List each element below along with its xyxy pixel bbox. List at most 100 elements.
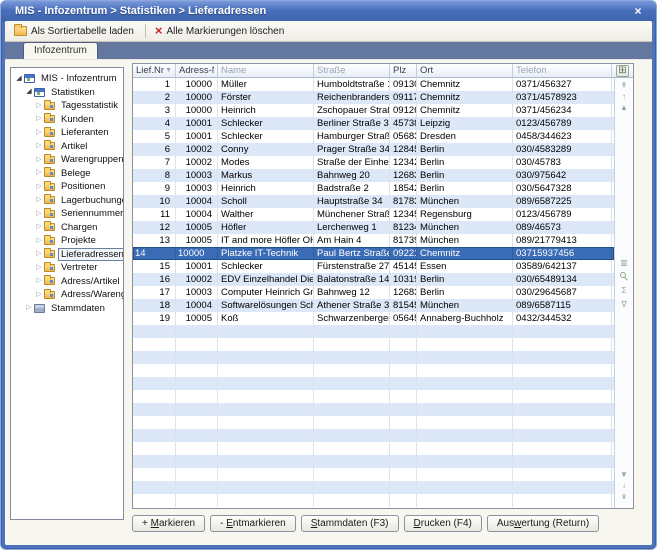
columns-icon[interactable]: ▥ <box>615 258 633 268</box>
table-row[interactable]: 110000MüllerHumboldtstraße 1009130Chemni… <box>133 78 614 91</box>
cell-lief-nr: 15 <box>133 260 176 273</box>
tree-item-mis-infozentrum[interactable]: ◢MIS - Infozentrum <box>11 72 123 86</box>
scroll-next-icon[interactable]: ▼ <box>615 470 633 480</box>
expander-collapsed-icon[interactable]: ▷ <box>35 237 43 245</box>
expander-collapsed-icon[interactable]: ▷ <box>35 156 43 164</box>
expander-collapsed-icon[interactable]: ▷ <box>35 264 43 272</box>
cell-ort: Regensburg <box>417 208 513 221</box>
table-row[interactable]: 210000FörsterReichenbranderstraße 309117… <box>133 91 614 104</box>
table-row-selected[interactable]: 1410000Platzke IT-TechnikPaul Bertz Stra… <box>133 247 614 260</box>
tree-item-tagesstatistik[interactable]: ▷Tagesstatistik <box>11 99 123 113</box>
expander-collapsed-icon[interactable]: ▷ <box>35 277 43 285</box>
tree-item-statistiken[interactable]: ◢Statistiken <box>11 86 123 100</box>
scroll-down-icon[interactable]: ↓ <box>615 481 633 491</box>
table-row[interactable]: 1310005IT and more Höfler OHGAm Hain 481… <box>133 234 614 247</box>
tree-item-projekte[interactable]: ▷Projekte <box>11 234 123 248</box>
cell-straße: Am Hain 4 <box>314 234 390 247</box>
table-row[interactable]: 610002ConnyPrager Straße 3412845Berlin03… <box>133 143 614 156</box>
table-row[interactable]: 1610002EDV Einzelhandel Dietsch GmbBalat… <box>133 273 614 286</box>
tree-item-vertreter[interactable]: ▷Vertreter <box>11 261 123 275</box>
table-row[interactable]: 410001SchleckerBerliner Straße 3445738Le… <box>133 117 614 130</box>
table-row[interactable]: 1510001SchleckerFürstenstraße 2745145Ess… <box>133 260 614 273</box>
cell-name: IT and more Höfler OHG <box>218 234 314 247</box>
column-header-adress-nr[interactable]: Adress-Nr. <box>176 64 218 78</box>
cell-telefon: 089/6587225 <box>513 195 612 208</box>
expander-collapsed-icon[interactable]: ▷ <box>35 210 43 218</box>
expander-collapsed-icon[interactable]: ▷ <box>35 115 43 123</box>
tree-item-chargen[interactable]: ▷Chargen <box>11 221 123 235</box>
table-row[interactable]: 1110004WaltherMünchener Straße 2312345Re… <box>133 208 614 221</box>
toolbar-button-als-sortiertabelle-laden[interactable]: Als Sortiertabelle laden <box>9 23 141 40</box>
tree-item-stammdaten[interactable]: ▷Stammdaten <box>11 302 123 316</box>
expander-collapsed-icon[interactable]: ▷ <box>35 169 43 177</box>
table-row[interactable]: 1210005HöflerLerchenweg 181234München089… <box>133 221 614 234</box>
table-row[interactable]: 810003MarkusBahnweg 2012683Berlin030/975… <box>133 169 614 182</box>
tree-item-lieferadressen[interactable]: ▷Lieferadressen <box>11 248 123 262</box>
cell-lief-nr <box>133 481 176 494</box>
column-header-name[interactable]: Name <box>218 64 314 78</box>
cell-name: Müller <box>218 78 314 91</box>
tree-item-lagerbuchungen[interactable]: ▷Lagerbuchungen <box>11 194 123 208</box>
table-row[interactable]: 510001SchleckerHamburger Straße05683Dres… <box>133 130 614 143</box>
tree-item-artikel[interactable]: ▷Artikel <box>11 140 123 154</box>
filter-icon[interactable]: ∇ <box>615 300 633 310</box>
scroll-prev-icon[interactable]: ▲ <box>615 103 633 113</box>
cell-adress-nr <box>176 429 218 442</box>
column-header-telefon[interactable]: Telefon <box>513 64 612 78</box>
drucken-button[interactable]: Drucken (F4) <box>404 515 482 532</box>
expander-collapsed-icon[interactable]: ▷ <box>35 250 43 258</box>
expander-collapsed-icon[interactable]: ▷ <box>35 291 43 299</box>
scroll-up-icon[interactable]: ↑ <box>615 92 633 102</box>
cell-straße: Bahnweg 12 <box>314 286 390 299</box>
scroll-top-icon[interactable]: ↟ <box>615 81 633 91</box>
tree-item-lieferanten[interactable]: ▷Lieferanten <box>11 126 123 140</box>
table-row[interactable]: 310000HeinrichZschopauer Straße 28009126… <box>133 104 614 117</box>
column-header-straße[interactable]: Straße <box>314 64 390 78</box>
table-row[interactable]: 910003HeinrichBadstraße 218542Berlin030/… <box>133 182 614 195</box>
cell-ort: Berlin <box>417 182 513 195</box>
tree-item-warengruppen[interactable]: ▷Warengruppen <box>11 153 123 167</box>
expander-collapsed-icon[interactable]: ▷ <box>35 142 43 150</box>
column-header-lief-nr[interactable]: Lief.Nr▼ <box>133 64 176 78</box>
cell-adress-nr: 10005 <box>176 312 218 325</box>
tab-infozentrum[interactable]: Infozentrum <box>23 42 98 59</box>
markieren-button[interactable]: + Markieren <box>132 515 205 532</box>
table-row[interactable]: 1710003Computer Heinrich GmbHBahnweg 121… <box>133 286 614 299</box>
column-chooser-icon[interactable]: ⊞ <box>616 65 628 77</box>
stammdaten-button[interactable]: Stammdaten (F3) <box>301 515 399 532</box>
expander-expanded-icon[interactable]: ◢ <box>15 75 23 83</box>
tree-item-belege[interactable]: ▷Belege <box>11 167 123 181</box>
auswertung-button[interactable]: Auswertung (Return) <box>487 515 599 532</box>
column-header-ort[interactable]: Ort <box>417 64 513 78</box>
expander-collapsed-icon[interactable]: ▷ <box>35 102 43 110</box>
table-row[interactable]: 710002ModesStraße der Einheit 3412342Ber… <box>133 156 614 169</box>
tree-item-adress-warengruppen[interactable]: ▷Adress/Warengruppen <box>11 288 123 302</box>
expander-expanded-icon[interactable]: ◢ <box>25 88 33 96</box>
expander-collapsed-icon[interactable]: ▷ <box>35 196 43 204</box>
cell-adress-nr <box>176 494 218 507</box>
cell-name: Heinrich <box>218 182 314 195</box>
cell-straße <box>314 442 390 455</box>
expander-collapsed-icon[interactable]: ▷ <box>35 183 43 191</box>
search-icon[interactable] <box>620 272 626 278</box>
scroll-bottom-icon[interactable]: ↡ <box>615 492 633 502</box>
expander-collapsed-icon[interactable]: ▷ <box>25 304 33 312</box>
table-row[interactable]: 1810004Softwarelösungen Scholl GmbAthene… <box>133 299 614 312</box>
table-row[interactable]: 1910005KoßSchwarzenberger Straße05645Ann… <box>133 312 614 325</box>
cell-adress-nr: 10002 <box>176 273 218 286</box>
toolbar-button-alle-markierungen-löschen[interactable]: ×Alle Markierungen löschen <box>150 23 291 40</box>
cell-ort: Chemnitz <box>417 247 513 260</box>
close-button[interactable]: × <box>630 4 646 18</box>
expander-collapsed-icon[interactable]: ▷ <box>35 223 43 231</box>
tree-item-positionen[interactable]: ▷Positionen <box>11 180 123 194</box>
table-row[interactable]: 1010004SchollHauptstraße 3481783München0… <box>133 195 614 208</box>
tree-item-adress-artikel[interactable]: ▷Adress/Artikel <box>11 275 123 289</box>
entmarkieren-button[interactable]: - Entmarkieren <box>210 515 296 532</box>
tree-item-seriennummern[interactable]: ▷Seriennummern <box>11 207 123 221</box>
tree-item-kunden[interactable]: ▷Kunden <box>11 113 123 127</box>
cell-ort <box>417 390 513 403</box>
column-header-plz[interactable]: Plz <box>390 64 417 78</box>
cell-ort: München <box>417 234 513 247</box>
expander-collapsed-icon[interactable]: ▷ <box>35 129 43 137</box>
sum-icon[interactable]: Σ <box>615 286 633 296</box>
